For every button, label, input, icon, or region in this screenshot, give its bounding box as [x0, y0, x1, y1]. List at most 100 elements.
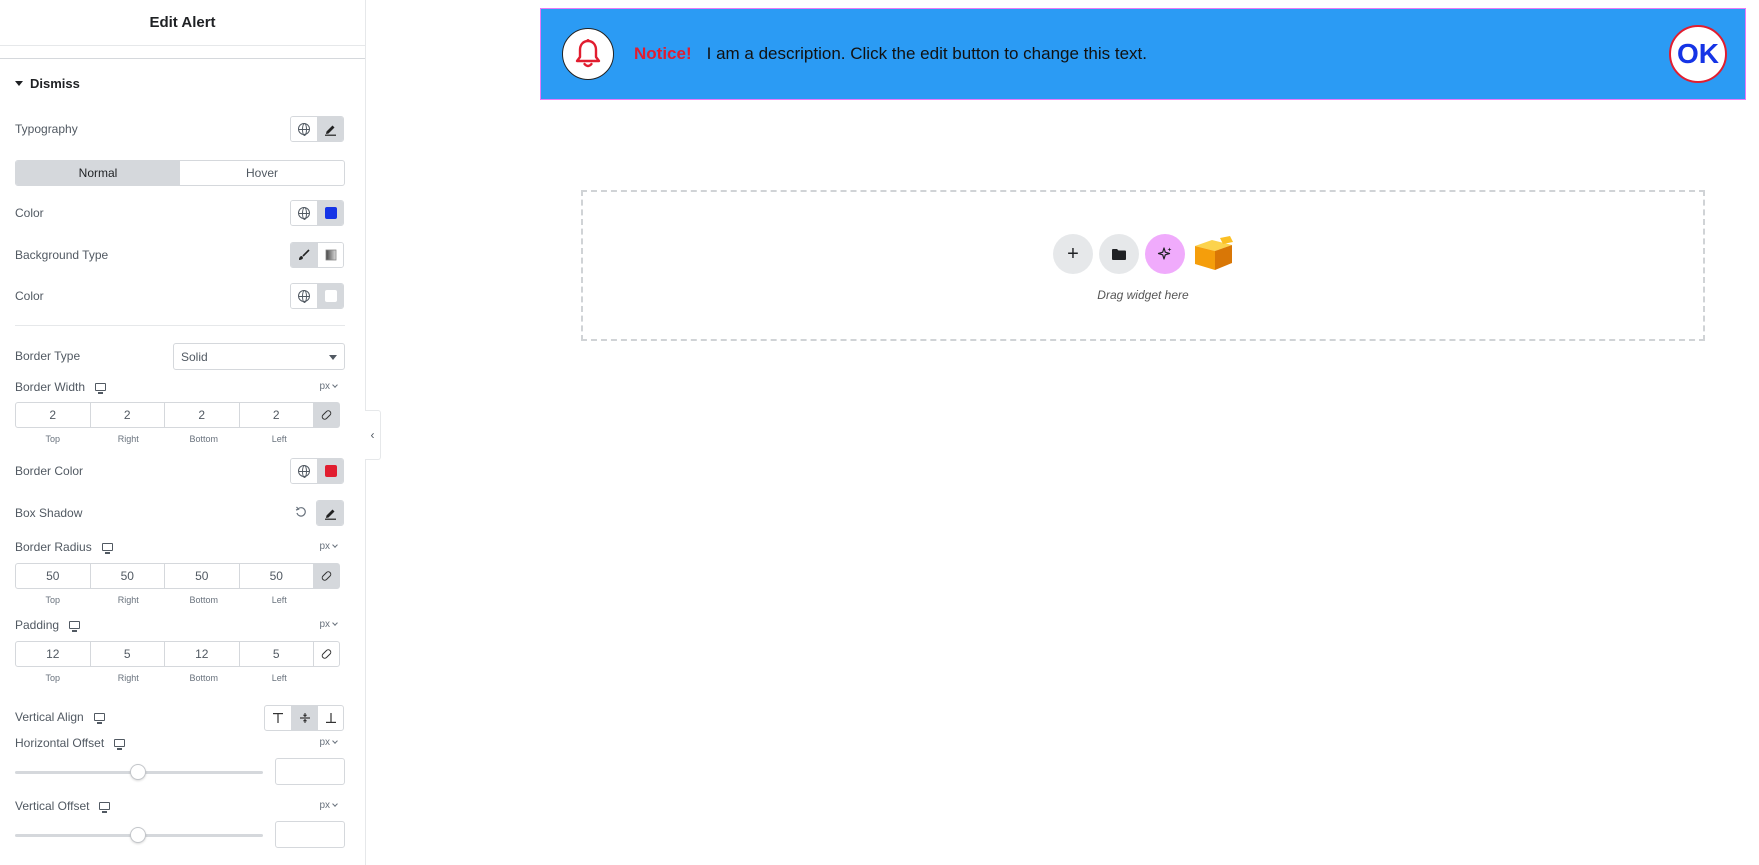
bg-color-picker-button[interactable]	[317, 284, 343, 308]
border-color-label-text: Border Color	[15, 464, 84, 478]
pencil-icon	[324, 509, 336, 520]
background-type-label: Background Type	[15, 245, 108, 265]
divider	[15, 325, 345, 326]
horizontal-offset-slider[interactable]	[15, 764, 263, 780]
padding-unit[interactable]: px	[319, 619, 338, 630]
alert-description: I am a description. Click the edit butto…	[706, 44, 1147, 63]
plus-icon: +	[1067, 242, 1079, 265]
padding-link-button[interactable]	[313, 641, 340, 667]
desktop-icon[interactable]	[101, 543, 113, 554]
templates-button[interactable]	[1099, 234, 1139, 274]
color-picker-button[interactable]	[317, 201, 343, 225]
padding-label: Padding	[15, 615, 81, 635]
side-label-left: Left	[271, 595, 287, 605]
unit-label: px	[319, 381, 330, 392]
unit-label: px	[319, 737, 330, 748]
border-width-unit[interactable]: px	[319, 381, 338, 392]
chevron-down-icon	[329, 355, 337, 360]
box-shadow-edit-button[interactable]	[317, 501, 343, 525]
chevron-down-icon	[332, 801, 338, 807]
border-color-label: Border Color	[15, 461, 83, 481]
cube-widget-button[interactable]	[1191, 232, 1235, 276]
border-radius-left-input[interactable]: 50	[238, 563, 314, 589]
bg-color-global-button[interactable]	[291, 284, 317, 308]
tab-normal[interactable]: Normal	[16, 161, 180, 185]
horizontal-offset-unit[interactable]: px	[319, 737, 338, 748]
folder-icon	[1112, 248, 1126, 260]
box-shadow-reset-button[interactable]	[294, 505, 308, 519]
collapse-panel-button[interactable]: ‹	[365, 410, 381, 460]
panel-title: Edit Alert	[0, 0, 365, 46]
background-classic-button[interactable]	[291, 243, 317, 267]
unit-label: px	[319, 800, 330, 811]
section-dismiss-toggle[interactable]: Dismiss	[15, 76, 80, 91]
desktop-icon[interactable]	[93, 713, 105, 724]
ai-sparkle-icon	[1157, 247, 1172, 260]
widget-dropzone[interactable]: + Drag widget here	[581, 190, 1705, 341]
unit-label: px	[319, 541, 330, 552]
tab-hover[interactable]: Hover	[180, 161, 344, 185]
color-global-button[interactable]	[291, 201, 317, 225]
border-radius-top-input[interactable]: 50	[15, 563, 91, 589]
desktop-icon[interactable]	[114, 739, 126, 750]
state-tabs: Normal Hover	[15, 160, 345, 186]
align-bottom-icon	[325, 713, 336, 723]
padding-top-input[interactable]: 12	[15, 641, 91, 667]
vertical-offset-slider-handle[interactable]	[130, 827, 146, 843]
alert-title: Notice!	[634, 44, 692, 63]
editor-panel: Edit Alert Dismiss Typography Normal Hov…	[0, 0, 366, 865]
align-middle-button[interactable]	[291, 706, 317, 730]
padding-side-labels: Top Right Bottom Left	[15, 673, 318, 683]
vertical-align-controls	[264, 705, 344, 731]
border-radius-link-button[interactable]	[313, 563, 340, 589]
background-type-label-text: Background Type	[15, 248, 109, 262]
desktop-icon[interactable]	[95, 383, 107, 394]
add-section-button[interactable]: +	[1053, 234, 1093, 274]
padding-bottom-input[interactable]: 12	[164, 641, 240, 667]
background-gradient-button[interactable]	[317, 243, 343, 267]
padding-left-input[interactable]: 5	[238, 641, 314, 667]
color-controls	[290, 200, 344, 226]
border-width-label: Border Width	[15, 377, 107, 397]
background-type-controls	[290, 242, 344, 268]
dismiss-button[interactable]: OK	[1669, 25, 1727, 83]
border-radius-bottom-input[interactable]: 50	[164, 563, 240, 589]
panel-separator	[0, 46, 365, 59]
border-width-link-button[interactable]	[313, 402, 340, 428]
side-label-top: Top	[45, 595, 60, 605]
border-color-global-button[interactable]	[291, 459, 317, 483]
typography-controls	[290, 116, 344, 142]
border-width-top-input[interactable]: 2	[15, 402, 91, 428]
vertical-offset-slider[interactable]	[15, 827, 263, 843]
gradient-icon	[325, 249, 336, 261]
alert-widget[interactable]: Notice! I am a description. Click the ed…	[540, 8, 1746, 100]
border-radius-inputs: 50 50 50 50	[15, 563, 345, 589]
border-radius-unit[interactable]: px	[319, 541, 338, 552]
desktop-icon[interactable]	[69, 621, 81, 632]
horizontal-offset-slider-handle[interactable]	[130, 764, 146, 780]
align-top-button[interactable]	[265, 706, 291, 730]
border-width-left-input[interactable]: 2	[238, 402, 314, 428]
align-bottom-button[interactable]	[317, 706, 343, 730]
vertical-align-label: Vertical Align	[15, 707, 105, 727]
horizontal-offset-input[interactable]	[275, 758, 345, 785]
box-shadow-label: Box Shadow	[15, 503, 82, 523]
border-radius-right-input[interactable]: 50	[89, 563, 165, 589]
padding-right-input[interactable]: 5	[89, 641, 165, 667]
border-type-select[interactable]: Solid	[173, 343, 345, 370]
border-width-bottom-input[interactable]: 2	[164, 402, 240, 428]
ai-button[interactable]	[1145, 234, 1185, 274]
desktop-icon[interactable]	[99, 802, 111, 813]
bg-color-label-text: Color	[15, 289, 44, 303]
border-color-controls	[290, 458, 344, 484]
typography-edit-button[interactable]	[317, 117, 343, 141]
color-label-text: Color	[15, 206, 44, 220]
vertical-offset-unit[interactable]: px	[319, 800, 338, 811]
border-type-label: Border Type	[15, 346, 80, 366]
vertical-offset-input[interactable]	[275, 821, 345, 848]
typography-global-button[interactable]	[291, 117, 317, 141]
bell-icon	[575, 39, 601, 68]
box-shadow-controls	[316, 500, 344, 526]
border-width-right-input[interactable]: 2	[89, 402, 165, 428]
border-color-picker-button[interactable]	[317, 459, 343, 483]
